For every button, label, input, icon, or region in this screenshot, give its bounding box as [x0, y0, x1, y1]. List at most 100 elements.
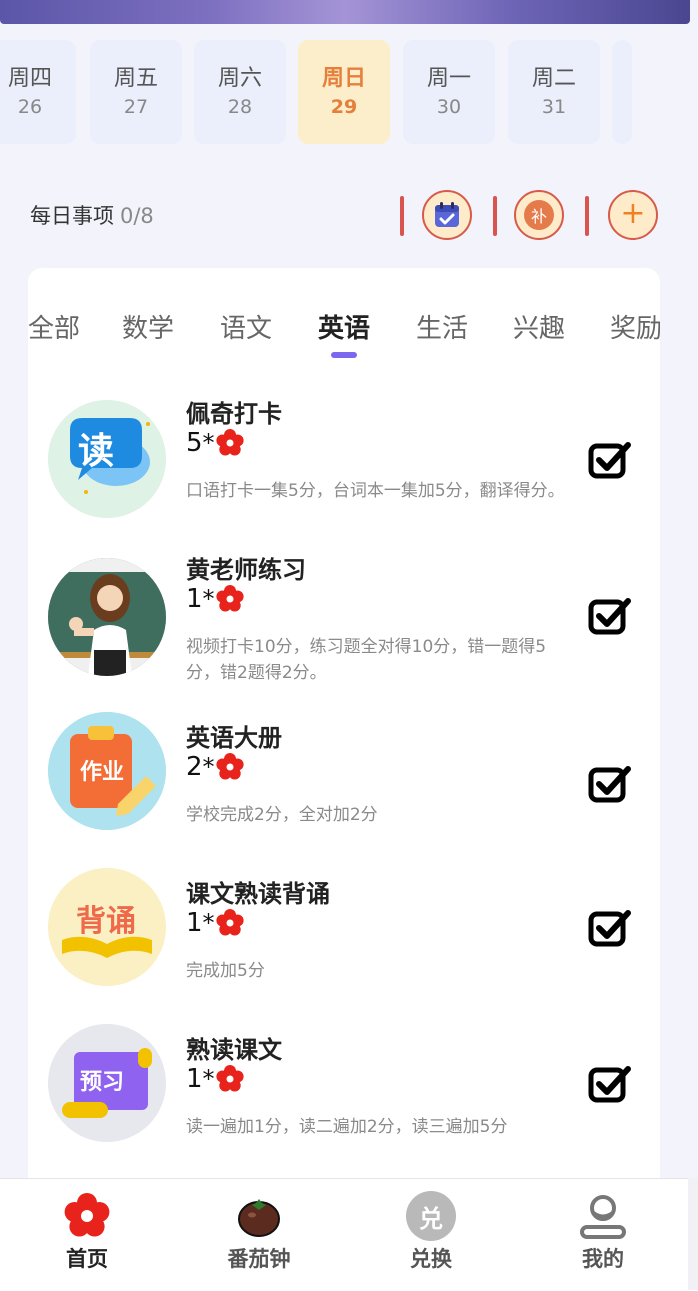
- flower-icon: [215, 909, 244, 936]
- task-description: 读一遍加1分，读二遍加2分，读三遍加5分: [186, 1117, 508, 1137]
- task-item[interactable]: 背诵 课文熟读背诵 1 * 完成加5分: [28, 868, 660, 1018]
- day-item[interactable]: 周五 27: [90, 40, 182, 144]
- daily-items-count: 0/8: [120, 204, 154, 228]
- tab-reward[interactable]: 奖励: [610, 308, 660, 345]
- nav-profile[interactable]: 我的: [538, 1179, 668, 1291]
- checkbox-checked-icon[interactable]: [588, 440, 632, 480]
- toolbar-divider: [400, 196, 404, 236]
- nav-home[interactable]: 首页: [22, 1179, 152, 1291]
- day-date: 28: [227, 96, 253, 118]
- day-date: 31: [541, 96, 567, 118]
- exchange-icon-label: 兑: [419, 1204, 443, 1233]
- task-item[interactable]: 预习 熟读课文 1 * 读一遍加1分，读二遍加2分，读三遍加5分: [28, 1024, 660, 1174]
- day-weekday: 周四: [7, 66, 52, 91]
- day-date: 29: [330, 96, 358, 118]
- toolbar-divider: [493, 196, 497, 236]
- checkbox-checked-icon[interactable]: [588, 908, 632, 948]
- flower-home-icon: [64, 1193, 110, 1237]
- recite-icon: 背诵: [48, 868, 166, 986]
- day-item[interactable]: 周一 30: [403, 40, 495, 144]
- daily-items-title: 每日事项: [30, 204, 114, 228]
- nav-tomato-timer[interactable]: 番茄钟: [194, 1179, 324, 1291]
- daily-items-header: 每日事项 0/8: [30, 200, 154, 230]
- task-score: 5 *: [186, 428, 245, 458]
- day-item-partial[interactable]: [612, 40, 632, 144]
- task-description: 口语打卡一集5分，台词本一集加5分，翻译得分。: [186, 481, 565, 501]
- task-description: 完成加5分: [186, 961, 265, 981]
- tab-life[interactable]: 生活: [416, 308, 468, 345]
- day-weekday: 周五: [113, 66, 158, 91]
- day-date: 26: [17, 96, 43, 118]
- calendar-icon: [435, 202, 459, 227]
- task-name: 黄老师练习: [186, 556, 306, 584]
- tab-english[interactable]: 英语: [318, 308, 370, 345]
- nav-label: 首页: [66, 1247, 108, 1271]
- nav-label: 我的: [582, 1247, 624, 1271]
- nav-exchange[interactable]: 兑 兑换: [366, 1179, 496, 1291]
- flower-icon: [215, 753, 244, 780]
- day-date: 30: [436, 96, 462, 118]
- score-value: 1: [186, 584, 203, 614]
- toolbar-divider: [585, 196, 589, 236]
- makeup-label: 补: [530, 207, 547, 226]
- tomato-timer-icon: [238, 1199, 280, 1237]
- task-item[interactable]: 读 佩奇打卡 5 * 口语打卡一集5分，台词本一集加5分，翻译得分。: [28, 388, 660, 538]
- day-weekday: 周六: [217, 66, 262, 91]
- category-tabs[interactable]: 全部 数学 语文 英语 生活 兴趣 奖励: [28, 268, 660, 368]
- score-value: 1: [186, 1064, 203, 1094]
- day-weekday: 周二: [531, 66, 576, 91]
- tab-all[interactable]: 全部: [28, 308, 80, 345]
- makeup-button[interactable]: 补: [514, 190, 564, 240]
- task-name: 英语大册: [186, 724, 282, 752]
- checkbox-checked-icon[interactable]: [588, 764, 632, 804]
- score-value: 1: [186, 908, 203, 938]
- task-score: 1 *: [186, 908, 245, 938]
- preview-icon: 预习: [48, 1024, 166, 1142]
- task-description: 视频打卡10分，练习题全对得10分，错一题得5分，错2题得2分。: [186, 637, 547, 683]
- task-item[interactable]: 作业 英语大册 2 * 学校完成2分，全对加2分: [28, 712, 660, 862]
- top-banner-image: [0, 0, 690, 24]
- day-date: 27: [123, 96, 149, 118]
- active-tab-indicator: [331, 352, 357, 358]
- tab-interest[interactable]: 兴趣: [513, 308, 565, 345]
- checkbox-checked-icon[interactable]: [588, 1064, 632, 1104]
- homework-icon-label: 作业: [80, 760, 125, 785]
- task-item[interactable]: 黄老师练习 1 * 视频打卡10分，练习题全对得10分，错一题得5分，错2题得2分…: [28, 544, 660, 694]
- teacher-icon: [48, 558, 166, 676]
- flower-icon: [215, 1065, 244, 1092]
- makeup-icon: 补: [524, 200, 554, 230]
- flower-icon: [215, 429, 244, 456]
- task-name: 佩奇打卡: [186, 400, 282, 428]
- read-icon: 读: [48, 400, 166, 518]
- flower-icon: [215, 585, 244, 612]
- task-card: 全部 数学 语文 英语 生活 兴趣 奖励 读 佩奇打卡 5 * 口语打卡一集5分，…: [28, 268, 660, 1268]
- tab-chinese[interactable]: 语文: [220, 308, 272, 345]
- preview-icon-label: 预习: [80, 1070, 125, 1095]
- score-value: 5: [186, 428, 203, 458]
- nav-label: 番茄钟: [227, 1247, 291, 1271]
- recite-icon-label: 背诵: [76, 904, 136, 939]
- day-weekday: 周一: [426, 66, 471, 91]
- task-name: 熟读课文: [186, 1036, 282, 1064]
- task-score: 2 *: [186, 752, 245, 782]
- add-item-button[interactable]: +: [608, 190, 658, 240]
- day-item[interactable]: 周二 31: [508, 40, 600, 144]
- checkbox-checked-icon[interactable]: [588, 596, 632, 636]
- nav-label: 兑换: [410, 1247, 452, 1271]
- profile-icon: [580, 1195, 626, 1239]
- calendar-button[interactable]: [422, 190, 472, 240]
- task-score: 1 *: [186, 584, 245, 614]
- bottom-nav: 首页 番茄钟 兑 兑换 我的: [0, 1178, 698, 1291]
- plus-icon: +: [620, 195, 646, 231]
- day-item-selected[interactable]: 周日 29: [298, 40, 390, 144]
- date-strip[interactable]: 周四 26 周五 27 周六 28 周日 29 周一 30 周二 31: [0, 40, 698, 146]
- day-item[interactable]: 周四 26: [0, 40, 76, 144]
- task-score: 1 *: [186, 1064, 245, 1094]
- tab-math[interactable]: 数学: [122, 308, 174, 345]
- homework-icon: 作业: [48, 712, 166, 830]
- task-description: 学校完成2分，全对加2分: [186, 805, 378, 825]
- day-item[interactable]: 周六 28: [194, 40, 286, 144]
- nav-edge: [688, 1178, 698, 1290]
- score-value: 2: [186, 752, 203, 782]
- exchange-icon: 兑: [406, 1191, 456, 1241]
